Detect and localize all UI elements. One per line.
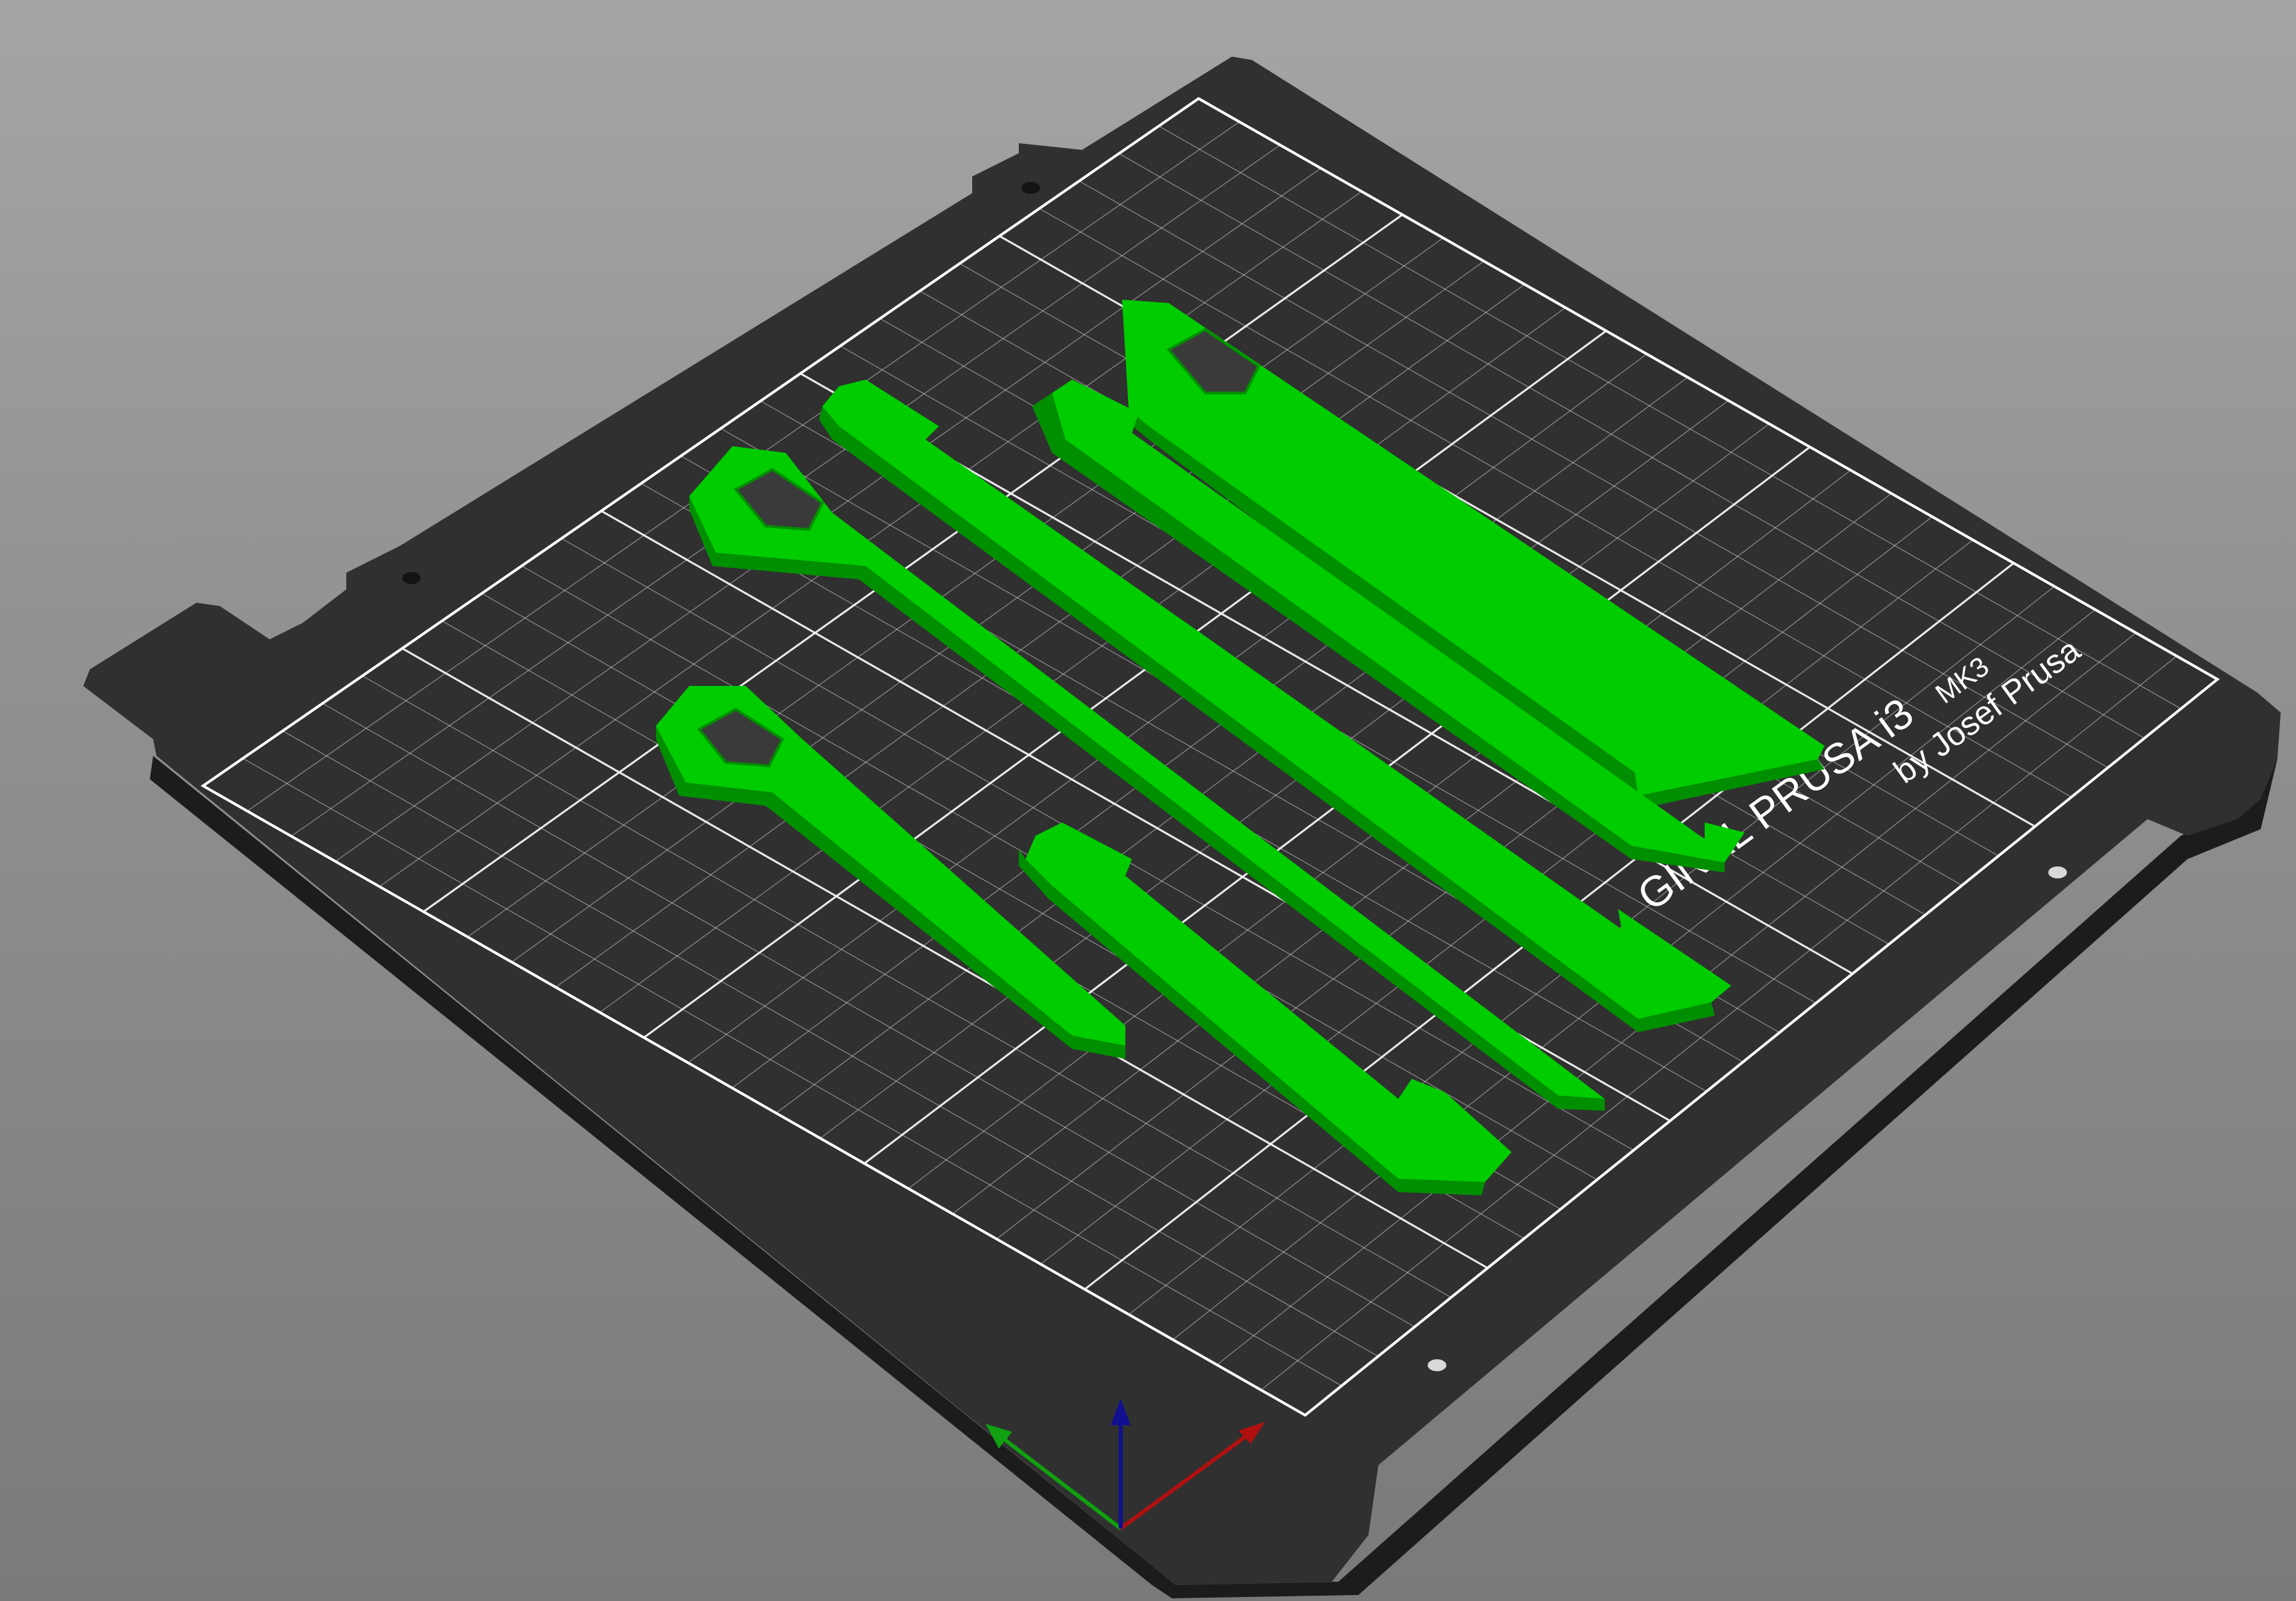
bed-hole — [1428, 1359, 1446, 1371]
bed-hole — [402, 572, 421, 584]
bed-hole — [2048, 866, 2067, 878]
3d-viewport[interactable]: GINAL PRUSA i3 MK3 by Josef Prusa — [0, 0, 2296, 1601]
bed-hole — [1021, 182, 1040, 194]
scene-canvas[interactable]: GINAL PRUSA i3 MK3 by Josef Prusa — [0, 0, 2296, 1601]
print-bed: GINAL PRUSA i3 MK3 by Josef Prusa — [83, 57, 2281, 1598]
